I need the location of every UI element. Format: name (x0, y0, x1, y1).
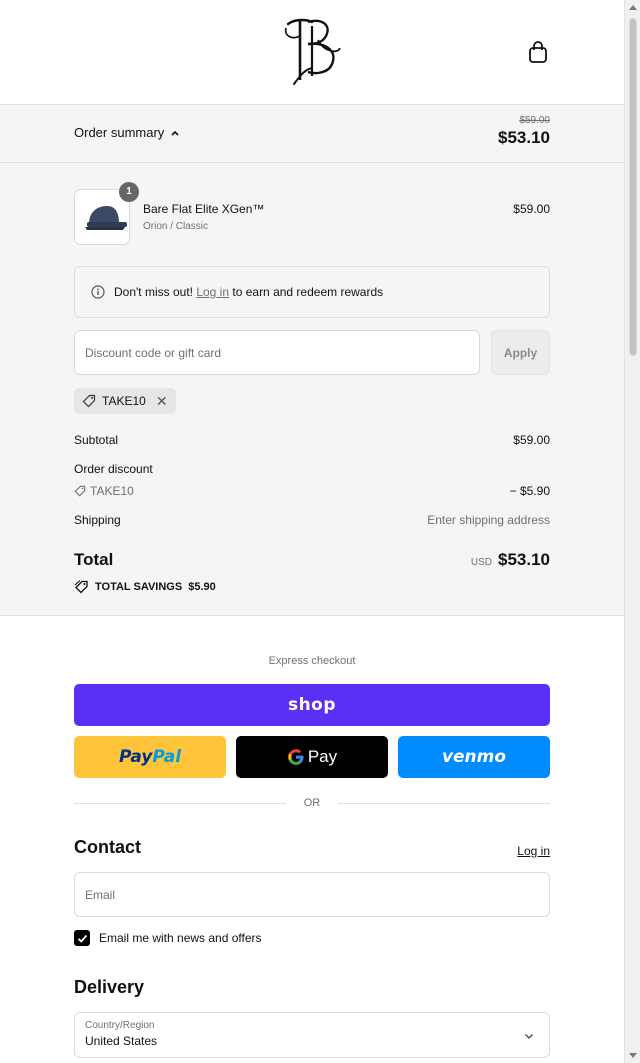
order-discount-row: Order discount (74, 462, 550, 476)
rewards-login-link[interactable]: Log in (196, 285, 229, 299)
tag-icon (74, 485, 86, 497)
subtotal-row: Subtotal $59.00 (74, 433, 550, 447)
apply-discount-button[interactable]: Apply (491, 330, 550, 375)
google-pay-button[interactable]: Pay (236, 736, 388, 778)
order-discount-label: Order discount (74, 462, 153, 476)
paypal-label-pay: Pay (118, 747, 153, 767)
google-pay-label: Pay (307, 747, 338, 766)
product-name: Bare Flat Elite XGen™ (143, 202, 265, 216)
total-value: $53.10 (498, 550, 550, 569)
product-thumbnail: 1 (74, 182, 139, 245)
scrollbar-thumb[interactable] (629, 18, 637, 356)
monogram-bb-logo[interactable] (282, 14, 344, 88)
tag-icon (82, 394, 96, 408)
savings-row: TOTAL SAVINGS $5.90 (74, 580, 550, 594)
shipping-label: Shipping (74, 513, 121, 527)
info-icon (91, 285, 105, 299)
shopping-bag-icon[interactable] (527, 40, 549, 64)
page-scrollbar[interactable] (624, 0, 640, 1063)
venmo-button[interactable]: venmo (398, 736, 550, 778)
discount-code-row: TAKE10 − $5.90 (74, 484, 550, 498)
newsletter-checkbox-row[interactable]: Email me with news and offers (74, 930, 262, 946)
order-summary-toggle[interactable]: Order summary (74, 125, 180, 140)
discount-code-input[interactable] (74, 330, 480, 375)
product-price: $59.00 (513, 202, 550, 216)
discount-code-label: TAKE10 (90, 484, 134, 498)
email-field[interactable] (74, 872, 550, 917)
shop-pay-button[interactable]: shop (74, 684, 550, 726)
rewards-suffix: to earn and redeem rewards (232, 285, 384, 299)
quantity-badge: 1 (119, 182, 139, 202)
total-label: Total (74, 550, 114, 569)
savings-label: TOTAL SAVINGS (95, 581, 183, 593)
chevron-up-icon (171, 130, 179, 136)
product-variant: Orion / Classic (143, 221, 209, 232)
checkout-page: Order summary $59.00 $53.10 1 Bare Flat … (0, 0, 624, 1063)
current-price: $53.10 (498, 128, 550, 147)
delivery-title: Delivery (74, 977, 145, 997)
express-checkout-label: Express checkout (268, 655, 356, 667)
total-row: Total USD $53.10 (74, 550, 550, 570)
applied-code-chip: TAKE10 ✕ (74, 388, 176, 414)
checkmark-icon (77, 934, 87, 943)
subtotal-value: $59.00 (513, 433, 550, 447)
original-price: $59.00 (519, 115, 550, 126)
chevron-down-icon (524, 1033, 534, 1040)
paypal-button[interactable]: Pay Pal (74, 736, 226, 778)
remove-code-icon[interactable]: ✕ (156, 393, 168, 410)
country-value: United States (85, 1034, 158, 1048)
total-currency: USD (470, 557, 492, 568)
order-summary-bar[interactable]: Order summary $59.00 $53.10 (0, 105, 624, 163)
paypal-label-pal: Pal (152, 747, 182, 767)
contact-title: Contact (74, 837, 141, 857)
rewards-banner: Don't miss out! Log in to earn and redee… (74, 266, 550, 318)
cart-line-item: 1 Bare Flat Elite XGen™ Orion / Classic … (74, 182, 550, 245)
savings-tag-icon (74, 580, 88, 594)
contact-login-link[interactable]: Log in (517, 844, 550, 858)
order-summary-label: Order summary (74, 125, 165, 140)
scroll-down-arrow-icon[interactable] (629, 1053, 637, 1058)
shipping-value: Enter shipping address (427, 513, 550, 527)
newsletter-label: Email me with news and offers (99, 931, 262, 945)
rewards-prefix: Don't miss out! (114, 285, 193, 299)
applied-code-label: TAKE10 (102, 394, 146, 408)
divider-line-right (338, 803, 550, 804)
order-summary-panel: 1 Bare Flat Elite XGen™ Orion / Classic … (0, 163, 624, 616)
newsletter-checkbox[interactable] (74, 930, 90, 946)
scroll-up-arrow-icon[interactable] (629, 5, 637, 10)
or-divider: OR (74, 797, 550, 809)
country-select[interactable]: Country/Region United States (74, 1012, 550, 1058)
subtotal-label: Subtotal (74, 433, 119, 447)
header (0, 0, 624, 105)
summary-prices: $59.00 $53.10 (498, 115, 550, 148)
google-g-icon (288, 749, 304, 765)
savings-value: $5.90 (188, 581, 216, 593)
shipping-row: Shipping Enter shipping address (74, 513, 550, 527)
discount-value: − $5.90 (509, 484, 550, 498)
country-label: Country/Region (85, 1020, 155, 1031)
